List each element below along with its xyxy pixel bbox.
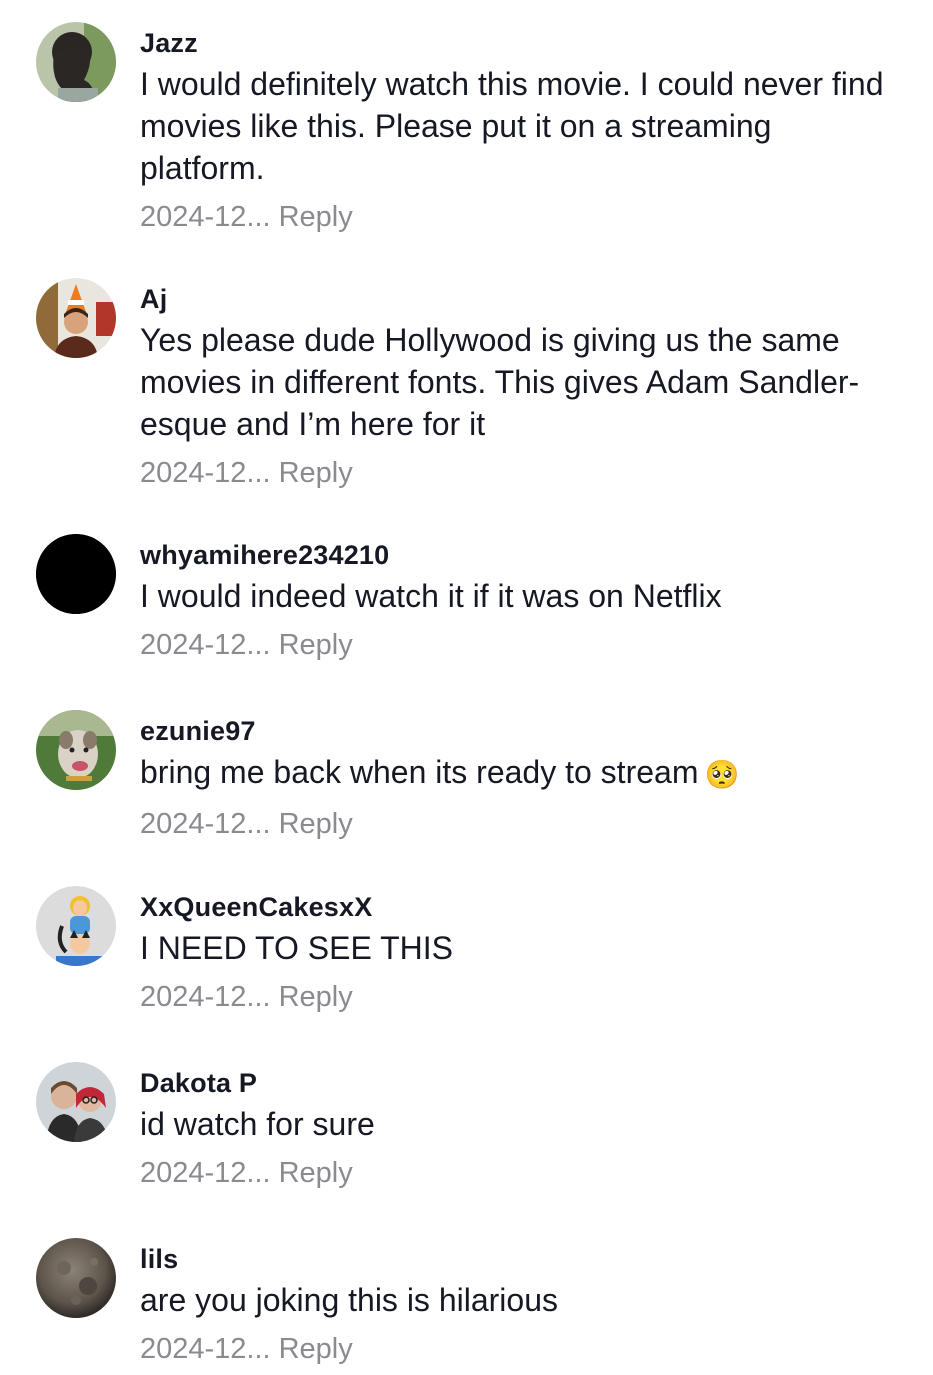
reply-button[interactable]: Reply [279, 629, 353, 661]
avatar[interactable] [36, 886, 116, 966]
reply-button[interactable]: Reply [279, 1333, 353, 1365]
avatar[interactable] [36, 1238, 116, 1318]
avatar-emoji-art-icon [36, 886, 116, 966]
reply-button[interactable]: Reply [279, 981, 353, 1013]
comment-meta: 2024-12... Reply [140, 1331, 900, 1367]
avatar[interactable] [36, 1062, 116, 1142]
username[interactable]: Aj [140, 282, 900, 316]
comment-date: 2024-12... [140, 457, 271, 489]
comment-text: I would definitely watch this movie. I c… [140, 66, 884, 186]
username[interactable]: XxQueenCakesxX [140, 890, 900, 924]
comment-meta: 2024-12... Reply [140, 806, 900, 842]
avatar-dog-photo-icon [36, 710, 116, 790]
comment-date: 2024-12... [140, 201, 271, 233]
avatar[interactable] [36, 278, 116, 358]
avatar-photo-icon [36, 22, 116, 102]
reply-button[interactable]: Reply [279, 201, 353, 233]
comment-text: id watch for sure [140, 1106, 375, 1142]
username[interactable]: ezunie97 [140, 714, 900, 748]
comment-meta: 2024-12... Reply [140, 455, 900, 491]
avatar-blank-icon [36, 534, 116, 614]
reply-button[interactable]: Reply [279, 1157, 353, 1189]
username[interactable]: Jazz [140, 26, 900, 60]
reply-button[interactable]: Reply [279, 808, 353, 840]
comment-text-content: bring me back when its ready to stream [140, 754, 699, 790]
username[interactable]: whyamihere234210 [140, 538, 900, 572]
avatar[interactable] [36, 534, 116, 614]
pleading-face-emoji-icon: 🥺 [704, 758, 740, 790]
avatar-photo-icon [36, 278, 116, 358]
reply-button[interactable]: Reply [279, 457, 353, 489]
comment-meta: 2024-12... Reply [140, 199, 900, 235]
username[interactable]: Dakota P [140, 1066, 900, 1100]
comment-meta: 2024-12... Reply [140, 1155, 900, 1191]
comment-text: bring me back when its ready to stream 🥺 [140, 751, 900, 796]
comment-text: I would indeed watch it if it was on Net… [140, 578, 722, 614]
comment-date: 2024-12... [140, 807, 271, 840]
comment-date: 2024-12... [140, 629, 271, 661]
comment-text: I NEED TO SEE THIS [140, 930, 453, 966]
comment-meta: 2024-12... Reply [140, 627, 900, 663]
comment-date: 2024-12... [140, 981, 271, 1013]
avatar-couple-photo-icon [36, 1062, 116, 1142]
comment-text: Yes please dude Hollywood is giving us t… [140, 322, 860, 442]
comment-date: 2024-12... [140, 1157, 271, 1189]
username[interactable]: lils [140, 1242, 900, 1276]
comment-meta: 2024-12... Reply [140, 979, 900, 1015]
comment-date: 2024-12... [140, 1333, 271, 1365]
avatar[interactable] [36, 22, 116, 102]
avatar-moon-photo-icon [36, 1238, 116, 1318]
comment-text: are you joking this is hilarious [140, 1282, 558, 1318]
avatar[interactable] [36, 710, 116, 790]
